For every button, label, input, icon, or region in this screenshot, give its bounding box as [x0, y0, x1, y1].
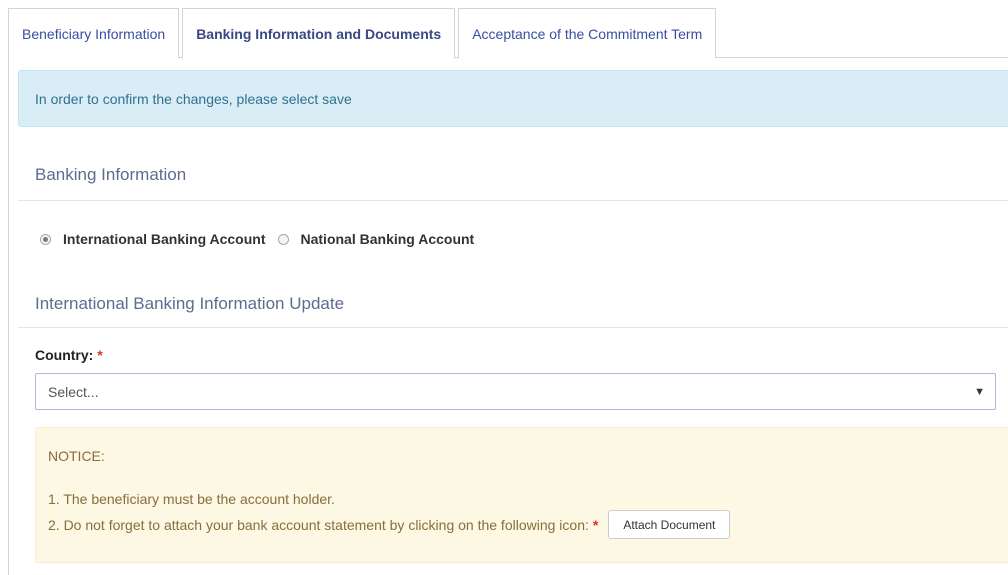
divider [18, 200, 1008, 201]
tab-banking-information-documents[interactable]: Banking Information and Documents [182, 8, 456, 59]
notice-line-2-text: 2. Do not forget to attach your bank acc… [48, 516, 589, 533]
notice-line-1-text: 1. The beneficiary must be the account h… [48, 491, 335, 507]
chevron-down-icon: ▼ [974, 385, 985, 398]
tab-label: Beneficiary Information [22, 25, 166, 42]
radio-selected-dot [43, 236, 48, 242]
country-select-value: Select... [48, 383, 99, 400]
national-account-label[interactable]: National Banking Account [301, 231, 475, 247]
national-account-radio[interactable] [277, 233, 289, 245]
tab-beneficiary-information[interactable]: Beneficiary Information [8, 8, 180, 58]
international-account-radio[interactable] [40, 233, 51, 245]
required-asterisk: * [592, 516, 599, 533]
notice-title: NOTICE: [48, 448, 105, 464]
divider [18, 327, 1008, 328]
account-type-radio-group: International Banking Account National B… [40, 231, 486, 247]
banking-information-heading: Banking Information [35, 165, 187, 184]
info-alert: In order to confirm the changes, please … [18, 70, 1008, 127]
tab-bar: Beneficiary Information Banking Informat… [8, 8, 719, 59]
international-account-label[interactable]: International Banking Account [63, 231, 266, 247]
info-alert-text: In order to confirm the changes, please … [35, 90, 352, 107]
tab-label: Banking Information and Documents [196, 25, 442, 42]
tab-acceptance-commitment-term[interactable]: Acceptance of the Commitment Term [458, 8, 717, 58]
required-asterisk: * [97, 347, 103, 363]
notice-line-1: 1. The beneficiary must be the account h… [48, 488, 1008, 510]
international-banking-update-heading: International Banking Information Update [35, 294, 345, 313]
country-select[interactable]: Select... ▼ [35, 373, 996, 410]
notice-alert: NOTICE: 1. The beneficiary must be the a… [35, 427, 1008, 563]
country-label-text: Country: [35, 347, 94, 363]
tab-label: Acceptance of the Commitment Term [472, 25, 703, 42]
page: Beneficiary Information Banking Informat… [0, 0, 1008, 575]
notice-line-2: 2. Do not forget to attach your bank acc… [48, 510, 1008, 539]
country-label: Country: * [35, 347, 103, 363]
attach-document-button[interactable]: Attach Document [608, 510, 731, 539]
